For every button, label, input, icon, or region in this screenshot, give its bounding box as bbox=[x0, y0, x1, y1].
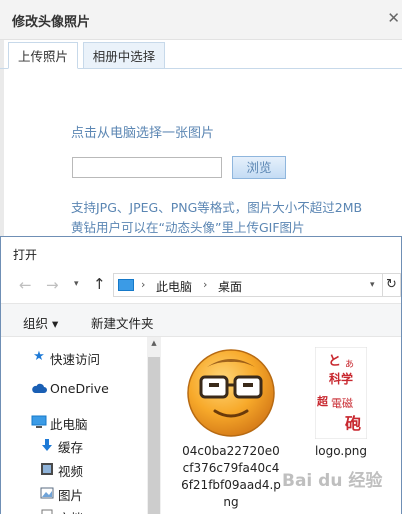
nav-item-label: 此电脑 bbox=[50, 417, 88, 432]
scroll-up-icon[interactable]: ▲ bbox=[147, 339, 161, 353]
address-bar[interactable]: › 此电脑 › 桌面 ▾ bbox=[113, 273, 383, 297]
avatar-upload-dialog: 修改头像照片 ✕ 上传照片 相册中选择 点击从电脑选择一张图片 浏览 支持JPG… bbox=[0, 0, 402, 240]
computer-icon bbox=[31, 415, 47, 429]
smiley-face-thumbnail bbox=[187, 349, 275, 437]
computer-icon bbox=[118, 279, 134, 291]
nav-item-label: 图片 bbox=[58, 488, 84, 503]
scrollbar-thumb[interactable] bbox=[148, 357, 160, 514]
breadcrumb-this-pc[interactable]: 此电脑 bbox=[156, 278, 192, 295]
watermark: Bai du 经验 bbox=[282, 471, 383, 491]
open-dialog-titlebar: 打开 bbox=[1, 237, 401, 267]
tab-choose-from-album[interactable]: 相册中选择 bbox=[83, 42, 165, 69]
logo-text-kagaku: 科学 bbox=[329, 371, 353, 386]
logo-text-a: あ bbox=[345, 359, 354, 370]
file-path-input[interactable] bbox=[72, 157, 222, 178]
logo-text-top: と bbox=[328, 354, 341, 369]
left-edge bbox=[0, 40, 4, 240]
gif-hint: 黄钻用户可以在“动态头像”里上传GIF图片 bbox=[71, 220, 305, 235]
navigation-bar: ← → ▾ ↑ › 此电脑 › 桌面 ▾ ↻ bbox=[1, 267, 401, 303]
tab-upload-photo[interactable]: 上传照片 bbox=[8, 42, 78, 69]
nav-item-label: 视频 bbox=[58, 464, 84, 479]
dialog-header: 修改头像照片 ✕ bbox=[0, 0, 402, 40]
download-arrow-icon bbox=[39, 438, 55, 452]
logo-text-hou: 砲 bbox=[345, 414, 361, 433]
open-dialog-title: 打开 bbox=[13, 248, 38, 262]
file-name: 04c0ba22720e0cf376c79fa40c46f21fbf09aad4… bbox=[181, 444, 281, 509]
new-folder-button[interactable]: 新建文件夹 bbox=[91, 313, 154, 332]
refresh-icon[interactable]: ↻ bbox=[383, 273, 401, 297]
navigation-pane: ★ 快速访问 OneDrive 此电脑 缓存 视频 图片 bbox=[1, 337, 161, 514]
command-bar: 组织 ▾ 新建文件夹 bbox=[1, 303, 401, 337]
up-arrow-icon[interactable]: ↑ bbox=[93, 275, 106, 293]
breadcrumb-separator: › bbox=[203, 278, 208, 291]
nav-item-label: 文档 bbox=[58, 508, 83, 514]
cloud-icon bbox=[31, 382, 47, 396]
forward-arrow-icon[interactable]: → bbox=[46, 276, 59, 294]
file-item-smiley-png[interactable]: 04c0ba22720e0cf376c79fa40c46f21fbf09aad4… bbox=[181, 347, 281, 514]
nav-item-label: 快速访问 bbox=[50, 352, 101, 367]
nav-item-label: OneDrive bbox=[50, 381, 109, 396]
format-hint: 支持JPG、JPEG、PNG等格式，图片大小不超过2MB bbox=[71, 200, 363, 215]
breadcrumb-separator: › bbox=[141, 278, 146, 291]
chevron-down-icon[interactable]: ▾ bbox=[370, 280, 375, 290]
browse-button[interactable]: 浏览 bbox=[232, 156, 286, 179]
picture-icon bbox=[39, 486, 55, 500]
logo-text-denji: 電磁 bbox=[331, 397, 353, 410]
file-item-logo-png[interactable]: と あ 科学 超 電磁 砲 logo.png bbox=[311, 347, 371, 467]
close-icon[interactable]: ✕ bbox=[387, 9, 400, 27]
logo-thumbnail: と あ 科学 超 電磁 砲 bbox=[315, 347, 367, 439]
file-name: logo.png bbox=[314, 444, 368, 458]
breadcrumb-desktop[interactable]: 桌面 bbox=[218, 278, 242, 295]
recent-locations-dropdown-icon[interactable]: ▾ bbox=[74, 279, 79, 289]
choose-image-heading: 点击从电脑选择一张图片 bbox=[71, 126, 215, 141]
nav-item-label: 缓存 bbox=[58, 440, 84, 455]
back-arrow-icon[interactable]: ← bbox=[19, 276, 32, 294]
star-icon: ★ bbox=[33, 349, 45, 364]
dialog-title: 修改头像照片 bbox=[12, 15, 91, 30]
logo-text-chou: 超 bbox=[316, 394, 329, 408]
document-icon bbox=[39, 509, 55, 514]
organize-button[interactable]: 组织 ▾ bbox=[23, 313, 58, 332]
video-icon bbox=[39, 462, 55, 476]
